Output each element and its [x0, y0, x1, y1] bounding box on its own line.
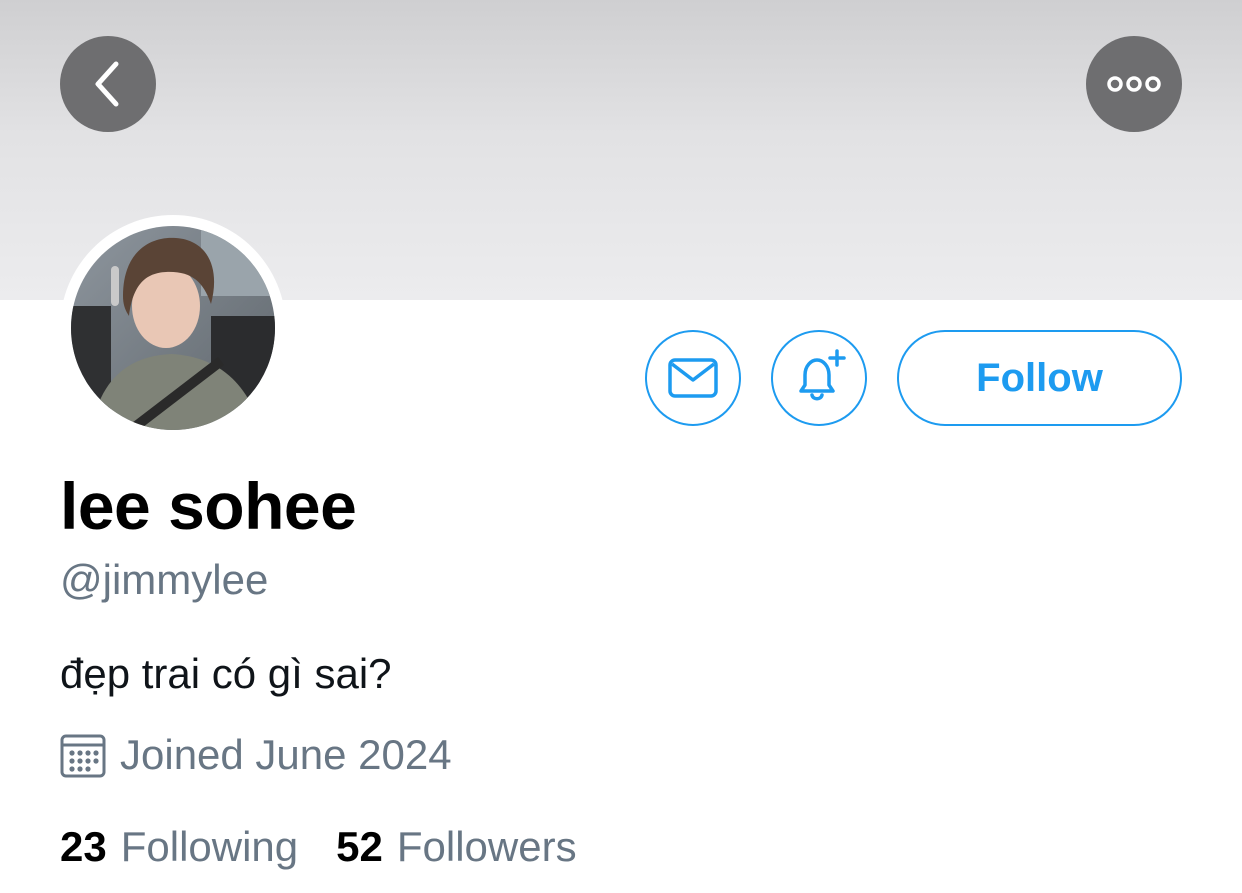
- profile-bio: đẹp trai có gì sai?: [60, 650, 392, 697]
- avatar[interactable]: [60, 215, 286, 441]
- more-horizontal-icon: [1107, 76, 1161, 92]
- following-link[interactable]: 23 Following: [60, 823, 298, 871]
- envelope-icon: [668, 358, 718, 398]
- message-button[interactable]: [645, 330, 741, 426]
- more-options-button[interactable]: [1086, 36, 1182, 132]
- bell-plus-icon: [799, 349, 846, 401]
- notifications-button[interactable]: [771, 330, 867, 426]
- following-label: Following: [120, 823, 299, 870]
- username-handle: @jimmylee: [60, 556, 269, 603]
- follow-button[interactable]: Follow: [897, 330, 1182, 426]
- following-count: 23: [60, 823, 107, 870]
- avatar-image: [71, 226, 275, 430]
- followers-link[interactable]: 52 Followers: [336, 823, 576, 871]
- follow-stats: 23 Following 52 Followers: [60, 823, 577, 871]
- chevron-left-icon: [95, 61, 119, 107]
- calendar-icon: [60, 734, 106, 778]
- followers-label: Followers: [396, 823, 577, 870]
- display-name: lee sohee: [60, 469, 357, 543]
- back-button[interactable]: [60, 36, 156, 132]
- join-date-label: Joined June 2024: [120, 731, 452, 778]
- join-date: Joined June 2024: [60, 731, 452, 779]
- followers-count: 52: [336, 823, 383, 870]
